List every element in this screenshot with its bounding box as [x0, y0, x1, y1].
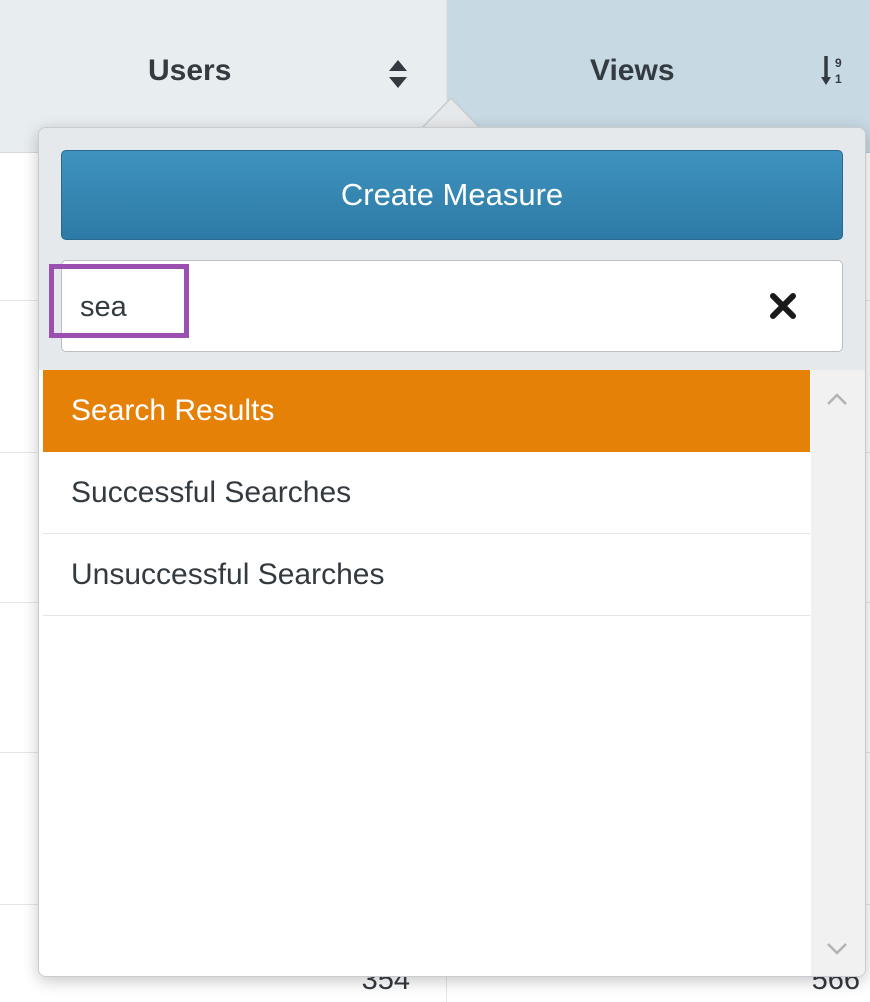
create-measure-button[interactable]: Create Measure — [61, 150, 843, 240]
close-icon[interactable] — [768, 291, 798, 321]
list-item[interactable]: Successful Searches — [43, 452, 810, 534]
sort-both-icon[interactable] — [388, 58, 408, 90]
svg-text:9: 9 — [835, 56, 842, 70]
measure-picker-popover: Create Measure Search Results Successful… — [38, 127, 866, 977]
measure-results-list: Search Results Successful Searches Unsuc… — [39, 370, 865, 976]
chevron-down-icon[interactable] — [826, 942, 848, 956]
chevron-up-icon[interactable] — [826, 392, 848, 406]
popover-arrow — [420, 96, 482, 130]
sort-numeric-desc-icon[interactable]: 9 1 — [820, 54, 846, 88]
report-table-view: Users Views 9 1 354 566 Create Measure s… — [0, 0, 870, 1002]
column-header-users-label: Users — [148, 54, 232, 87]
column-header-views-label: Views — [590, 54, 675, 87]
list-item[interactable]: Unsuccessful Searches — [43, 534, 810, 616]
search-term-highlight — [49, 264, 189, 338]
measure-picker-toolbar: Create Measure — [39, 128, 865, 370]
list-item[interactable]: Search Results — [43, 370, 810, 452]
svg-text:1: 1 — [835, 72, 842, 86]
list-scrollbar[interactable] — [811, 370, 865, 976]
